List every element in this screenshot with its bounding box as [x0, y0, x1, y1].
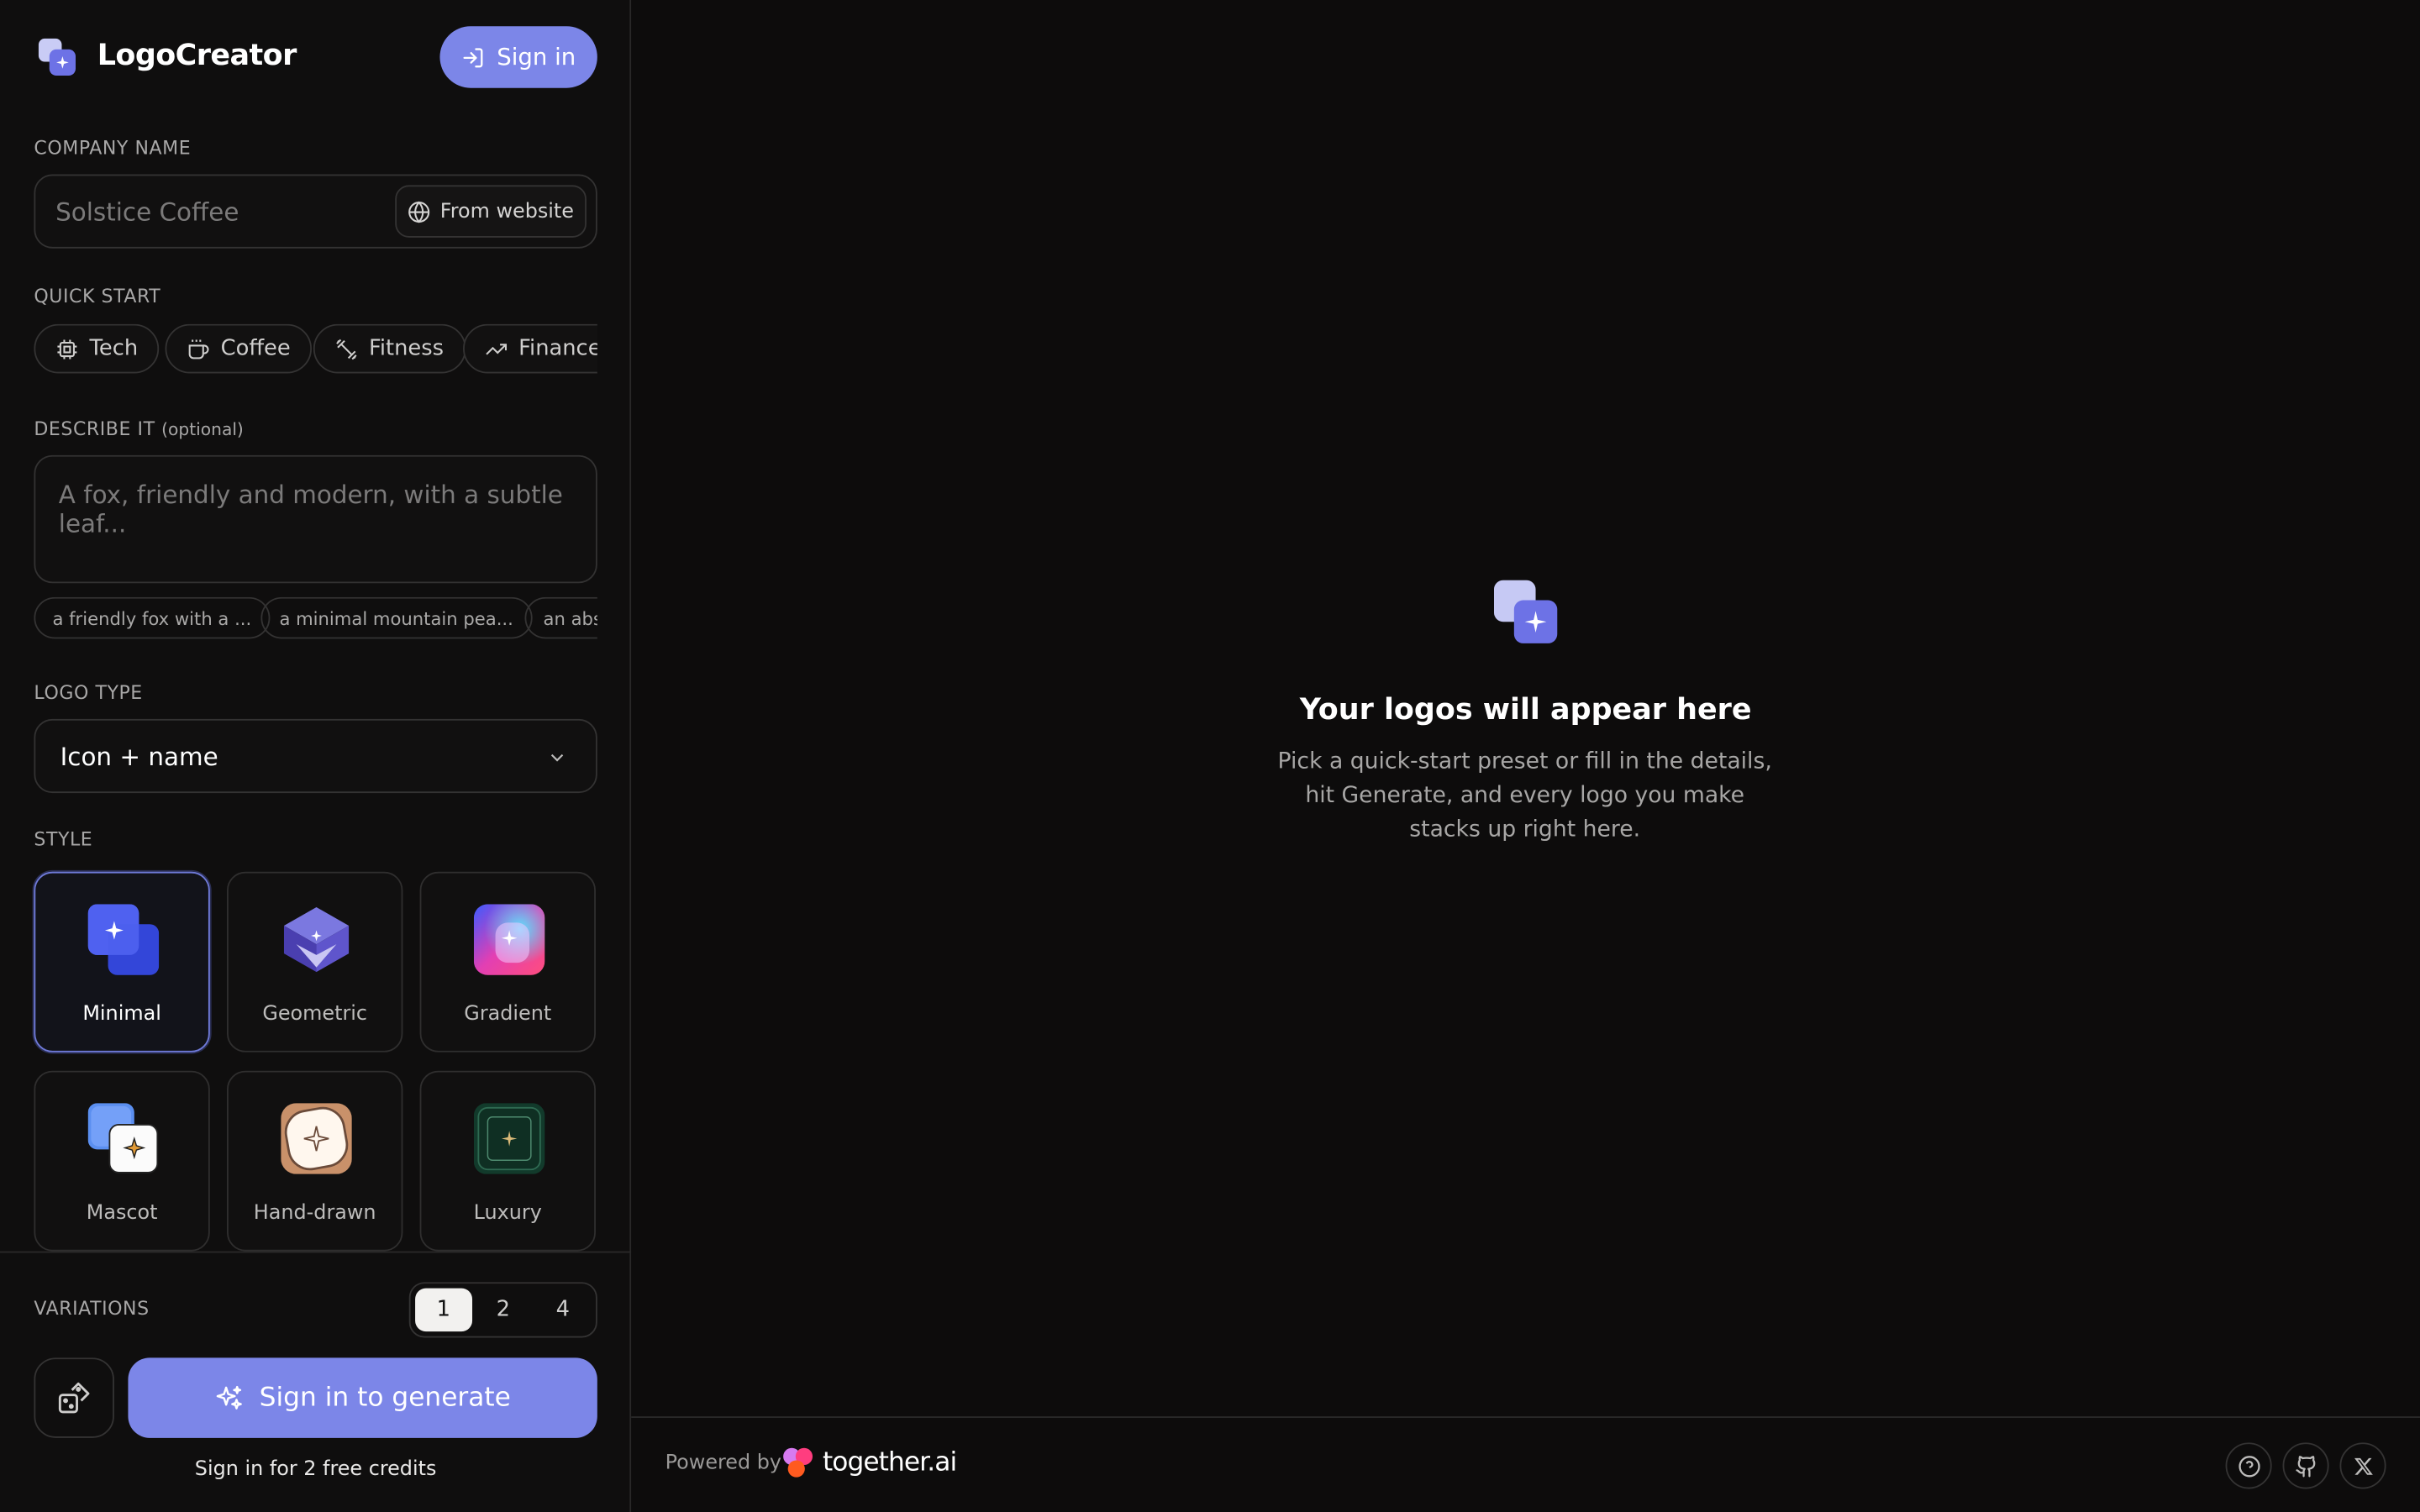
hand-drawn-style-icon: [281, 1103, 352, 1174]
from-website-button[interactable]: From website: [395, 185, 587, 238]
sidebar: LogoCreator Sign in COMPANY NAME Solstic…: [0, 0, 632, 1512]
suggestion-chip[interactable]: a minimal mountain pea...: [260, 596, 532, 639]
together-ai-logo-icon: [783, 1447, 813, 1478]
footer-divider: [631, 1416, 2420, 1418]
results-panel: Your logos will appear here Pick a quick…: [631, 0, 2420, 1512]
from-website-label: From website: [439, 199, 574, 223]
preset-label: Tech: [89, 336, 139, 361]
empty-state-icon: [1493, 580, 1558, 643]
sign-in-label: Sign in: [497, 43, 576, 71]
empty-state-title: Your logos will appear here: [1299, 692, 1752, 727]
quick-start-presets: Tech Coffee Fitness Finance: [34, 323, 597, 376]
style-card-luxury[interactable]: Luxury: [419, 1070, 596, 1252]
quick-start-label: QUICK START: [34, 285, 161, 307]
style-card-minimal[interactable]: Minimal: [34, 871, 210, 1053]
together-ai-wordmark: together.ai: [822, 1446, 957, 1478]
credits-note: Sign in for 2 free credits: [194, 1457, 437, 1482]
dumbbell-icon: [336, 338, 357, 360]
style-label: STYLE: [34, 828, 93, 851]
powered-by-label: Powered by: [665, 1452, 782, 1475]
trending-up-icon: [486, 343, 508, 354]
style-card-label: Minimal: [82, 1002, 161, 1026]
preset-coffee[interactable]: Coffee: [165, 323, 313, 374]
randomize-button[interactable]: [34, 1357, 114, 1438]
preset-tech[interactable]: Tech: [34, 323, 160, 374]
app-brand: LogoCreator: [97, 38, 297, 73]
geometric-style-icon: [283, 906, 350, 973]
globe-icon: [408, 200, 430, 223]
help-button[interactable]: [2225, 1442, 2272, 1489]
generate-label: Sign in to generate: [259, 1382, 511, 1414]
variation-option-1[interactable]: 1: [415, 1288, 472, 1332]
style-card-label: Hand-drawn: [253, 1201, 376, 1226]
preset-label: Coffee: [220, 336, 291, 361]
app-logo-icon: [38, 38, 76, 76]
sign-in-icon: [463, 47, 483, 67]
describe-textarea[interactable]: A fox, friendly and modern, with a subtl…: [34, 454, 597, 584]
describe-placeholder: A fox, friendly and modern, with a subtl…: [58, 480, 563, 539]
together-ai-link[interactable]: together.ai: [781, 1446, 957, 1479]
dice-icon: [58, 1382, 90, 1414]
variations-segmented-control: 1 2 4: [408, 1282, 597, 1338]
logo-type-select[interactable]: Icon + name: [34, 718, 597, 794]
x-icon: [2354, 1457, 2372, 1474]
suggestion-chip[interactable]: an abs: [524, 596, 597, 639]
style-card-label: Gradient: [464, 1002, 552, 1026]
generate-button[interactable]: Sign in to generate: [128, 1357, 597, 1438]
sparkles-icon: [216, 1385, 242, 1409]
x-twitter-button[interactable]: [2339, 1442, 2386, 1489]
preset-label: Fitness: [368, 336, 445, 361]
style-card-label: Luxury: [473, 1201, 542, 1226]
mascot-style-icon: [87, 1103, 159, 1173]
coffee-cup-icon: [188, 339, 209, 359]
logo-type-value: Icon + name: [60, 742, 218, 772]
style-card-label: Mascot: [86, 1201, 158, 1226]
logo-type-label: LOGO TYPE: [34, 681, 143, 704]
gradient-style-icon: [473, 904, 545, 975]
style-card-gradient[interactable]: Gradient: [419, 871, 596, 1053]
cpu-icon: [57, 339, 77, 359]
preset-label: Finance: [518, 336, 597, 361]
github-button[interactable]: [2282, 1442, 2329, 1489]
empty-state-description: Pick a quick-start preset or fill in the…: [1277, 749, 1772, 843]
describe-label: DESCRIBE IT (optional): [34, 417, 244, 440]
sidebar-divider: [0, 1251, 632, 1253]
company-name-field[interactable]: Solstice Coffee From website: [34, 174, 597, 249]
style-card-geometric[interactable]: Geometric: [226, 871, 403, 1053]
style-card-mascot[interactable]: Mascot: [34, 1070, 210, 1252]
company-name-placeholder: Solstice Coffee: [55, 197, 239, 227]
suggestion-chip[interactable]: a friendly fox with a ...: [34, 596, 271, 639]
github-icon: [2295, 1455, 2315, 1477]
style-card-label: Geometric: [262, 1002, 368, 1026]
company-name-label: COMPANY NAME: [34, 137, 192, 160]
variations-label: VARIATIONS: [34, 1297, 150, 1320]
minimal-style-icon: [87, 904, 160, 975]
style-card-hand-drawn[interactable]: Hand-drawn: [226, 1070, 403, 1252]
variation-option-4[interactable]: 4: [534, 1289, 591, 1331]
variation-option-2[interactable]: 2: [475, 1289, 531, 1331]
preset-fitness[interactable]: Fitness: [313, 323, 466, 374]
sign-in-button[interactable]: Sign in: [439, 26, 597, 88]
help-icon: [2238, 1455, 2260, 1477]
preset-finance[interactable]: Finance: [463, 323, 597, 374]
chevron-down-icon: [550, 753, 564, 762]
suggestion-chips: a friendly fox with a ... a minimal moun…: [34, 596, 597, 640]
luxury-style-icon: [473, 1103, 545, 1174]
